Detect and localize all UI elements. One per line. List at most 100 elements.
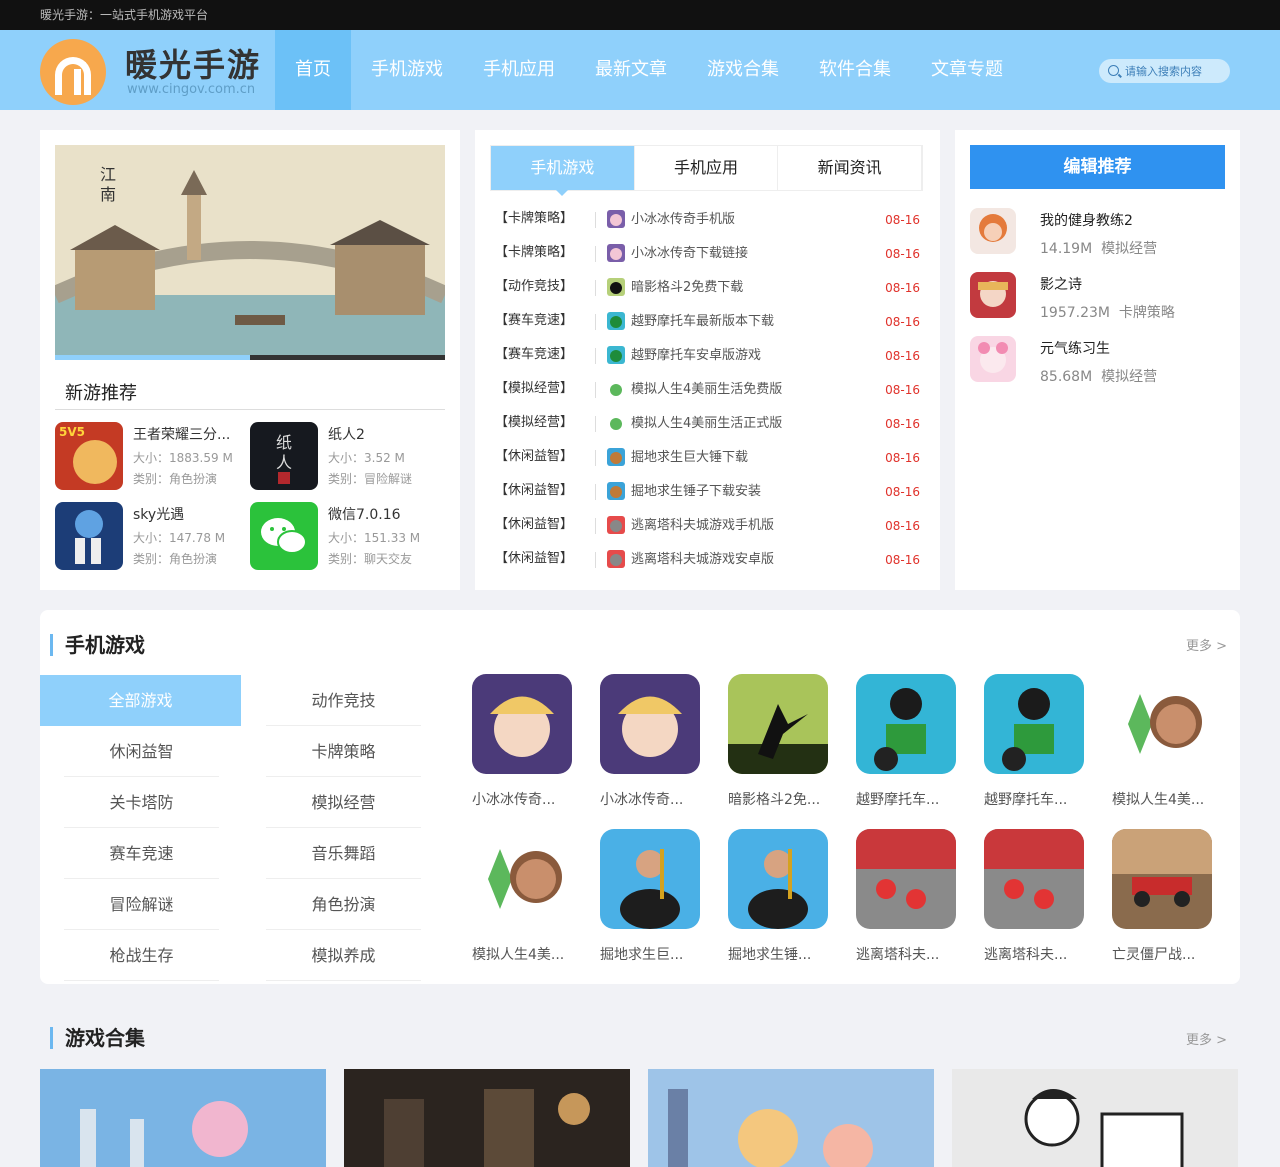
divider: [55, 409, 445, 410]
nav-latest-articles[interactable]: 最新文章: [575, 30, 687, 110]
news-date: 08-16: [885, 315, 920, 329]
nav-article-topics[interactable]: 文章专题: [911, 30, 1023, 110]
game-card[interactable]: 越野摩托车...: [856, 674, 966, 819]
news-title[interactable]: 越野摩托车最新版本下载: [631, 304, 774, 340]
news-title[interactable]: 掘地求生巨大锤下载: [631, 440, 748, 476]
app-meta: 85.68M 模拟经营: [1040, 366, 1157, 386]
category-item[interactable]: 冒险解谜: [64, 879, 219, 930]
app-name: 我的健身教练2: [1040, 213, 1133, 229]
nav-mobile-apps[interactable]: 手机应用: [463, 30, 575, 110]
news-title[interactable]: 模拟人生4美丽生活正式版: [631, 406, 782, 442]
news-title[interactable]: 暗影格斗2免费下载: [631, 270, 743, 306]
logo-title[interactable]: 暖光手游: [125, 40, 261, 86]
tab-mobile-apps[interactable]: 手机应用: [635, 146, 779, 190]
search-input[interactable]: [1125, 59, 1225, 83]
new-game-item[interactable]: 5V5 王者荣耀三分... 大小：1883.59 M 类别：角色扮演: [55, 422, 235, 492]
category-item[interactable]: 全部游戏: [40, 675, 241, 726]
separator: [595, 280, 596, 296]
news-panel: 手机游戏 手机应用 新闻资讯 【卡牌策略】 小冰冰传奇手机版 08-16 【卡牌策略】…: [475, 130, 940, 590]
banner-progress: [55, 355, 445, 360]
news-item[interactable]: 【卡牌策略】 小冰冰传奇下载链接 08-16: [495, 236, 920, 270]
collection-card[interactable]: [344, 1069, 630, 1167]
news-item[interactable]: 【休闲益智】 掘地求生锤子下载安装 08-16: [495, 474, 920, 508]
collection-card[interactable]: [40, 1069, 326, 1167]
news-item[interactable]: 【赛车竞速】 越野摩托车最新版本下载 08-16: [495, 304, 920, 338]
category-item[interactable]: 休闲益智: [64, 726, 219, 777]
news-item[interactable]: 【模拟经营】 模拟人生4美丽生活正式版 08-16: [495, 406, 920, 440]
game-name: sky光遇: [133, 507, 185, 523]
game-name: 逃离塔科夫...: [984, 947, 1068, 963]
tab-news[interactable]: 新闻资讯: [778, 146, 923, 190]
game-name: 逃离塔科夫...: [856, 947, 940, 963]
news-category: 【模拟经营】: [495, 381, 574, 396]
game-icon: 纸人: [250, 422, 318, 490]
new-game-item[interactable]: sky光遇 大小：147.78 M 类别：角色扮演: [55, 502, 235, 572]
news-title[interactable]: 模拟人生4美丽生活免费版: [631, 372, 782, 408]
nav-software-collections[interactable]: 软件合集: [799, 30, 911, 110]
svg-text:人: 人: [276, 453, 292, 472]
editor-title: 编辑推荐: [970, 145, 1225, 189]
collection-card[interactable]: [952, 1069, 1238, 1167]
game-name: 掘地求生锤...: [728, 947, 812, 963]
new-game-item[interactable]: 微信7.0.16 大小：151.33 M 类别：聊天交友: [250, 502, 430, 572]
news-title[interactable]: 掘地求生锤子下载安装: [631, 474, 761, 510]
nav-mobile-games[interactable]: 手机游戏: [351, 30, 463, 110]
game-card[interactable]: 模拟人生4美...: [1112, 674, 1222, 819]
editor-item[interactable]: 影之诗 1957.23M 卡牌策略: [970, 272, 1225, 328]
news-title[interactable]: 越野摩托车安卓版游戏: [631, 338, 761, 374]
editor-item[interactable]: 我的健身教练2 14.19M 模拟经营: [970, 208, 1225, 264]
category-item[interactable]: 卡牌策略: [266, 726, 421, 777]
collection-card[interactable]: [648, 1069, 934, 1167]
editor-item[interactable]: 元气练习生 85.68M 模拟经营: [970, 336, 1225, 392]
more-link-mobile-games[interactable]: 更多 >: [1186, 635, 1227, 654]
news-item[interactable]: 【休闲益智】 逃离塔科夫城游戏手机版 08-16: [495, 508, 920, 542]
separator: [595, 450, 596, 466]
news-item[interactable]: 【动作竞技】 暗影格斗2免费下载 08-16: [495, 270, 920, 304]
logo-icon[interactable]: [40, 39, 106, 105]
separator: [595, 246, 596, 262]
category-item[interactable]: 音乐舞蹈: [266, 828, 421, 879]
news-date: 08-16: [885, 485, 920, 499]
game-card[interactable]: 掘地求生巨...: [600, 829, 710, 974]
search-icon[interactable]: [1108, 65, 1119, 76]
news-item[interactable]: 【休闲益智】 掘地求生巨大锤下载 08-16: [495, 440, 920, 474]
game-name: 小冰冰传奇...: [600, 792, 684, 808]
news-item[interactable]: 【赛车竞速】 越野摩托车安卓版游戏 08-16: [495, 338, 920, 372]
separator: [595, 212, 596, 228]
news-item[interactable]: 【模拟经营】 模拟人生4美丽生活免费版 08-16: [495, 372, 920, 406]
news-title[interactable]: 逃离塔科夫城游戏手机版: [631, 508, 774, 544]
app-meta: 1957.23M 卡牌策略: [1040, 302, 1175, 322]
logo-subtitle: www.cingov.com.cn: [127, 82, 256, 97]
news-title[interactable]: 逃离塔科夫城游戏安卓版: [631, 542, 774, 578]
game-card[interactable]: 小冰冰传奇...: [600, 674, 710, 819]
tab-mobile-games[interactable]: 手机游戏: [491, 146, 635, 196]
banner-image[interactable]: 江 南: [55, 145, 445, 360]
category-item[interactable]: 关卡塔防: [64, 777, 219, 828]
game-card[interactable]: 小冰冰传奇...: [472, 674, 582, 819]
game-card[interactable]: 逃离塔科夫...: [984, 829, 1094, 974]
category-item[interactable]: 赛车竞速: [64, 828, 219, 879]
new-game-item[interactable]: 纸人 纸人2 大小：3.52 M 类别：冒险解谜: [250, 422, 430, 492]
news-title[interactable]: 小冰冰传奇下载链接: [631, 236, 748, 272]
game-card[interactable]: 亡灵僵尸战...: [1112, 829, 1222, 974]
game-card[interactable]: 掘地求生锤...: [728, 829, 838, 974]
category-item[interactable]: 角色扮演: [266, 879, 421, 930]
category-item[interactable]: 动作竞技: [266, 675, 421, 726]
game-card[interactable]: 暗影格斗2免...: [728, 674, 838, 819]
news-date: 08-16: [885, 349, 920, 363]
news-date: 08-16: [885, 383, 920, 397]
game-name: 王者荣耀三分...: [133, 427, 231, 443]
game-card[interactable]: 逃离塔科夫...: [856, 829, 966, 974]
game-icon: [55, 502, 123, 570]
news-title[interactable]: 小冰冰传奇手机版: [631, 202, 735, 238]
nav-game-collections[interactable]: 游戏合集: [687, 30, 799, 110]
game-card[interactable]: 越野摩托车...: [984, 674, 1094, 819]
category-item[interactable]: 模拟养成: [266, 930, 421, 981]
nav-home[interactable]: 首页: [275, 30, 351, 110]
more-link-collections[interactable]: 更多 >: [1186, 1029, 1227, 1048]
category-item[interactable]: 枪战生存: [64, 930, 219, 981]
news-item[interactable]: 【卡牌策略】 小冰冰传奇手机版 08-16: [495, 202, 920, 236]
news-item[interactable]: 【休闲益智】 逃离塔科夫城游戏安卓版 08-16: [495, 542, 920, 576]
game-card[interactable]: 模拟人生4美...: [472, 829, 582, 974]
category-item[interactable]: 模拟经营: [266, 777, 421, 828]
